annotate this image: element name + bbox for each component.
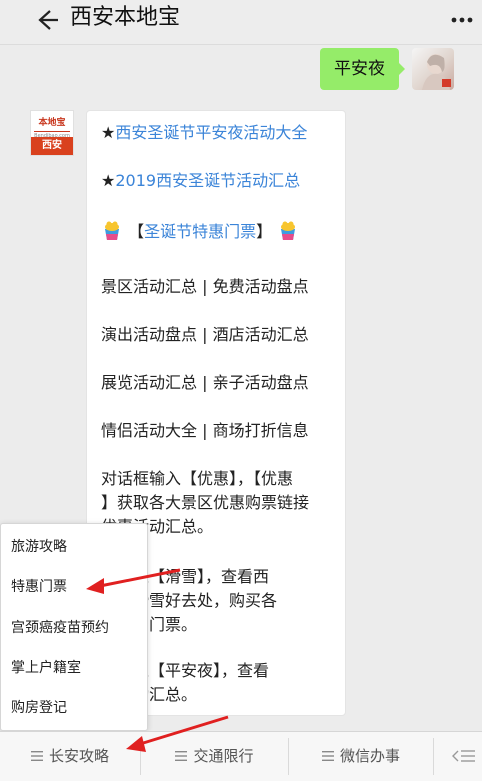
submenu-item-travel-guide[interactable]: 旅游攻略 <box>1 527 147 567</box>
text-line-6: 情侣活动大全 | 商场打折信息 <box>101 421 309 440</box>
text-line-5: 展览活动汇总 | 亲子活动盘点 <box>101 373 309 392</box>
user-avatar-image <box>422 54 451 90</box>
link-christmas-eve-events[interactable]: 西安圣诞节平安夜活动大全 <box>115 123 307 142</box>
menu-label: 微信办事 <box>339 747 400 765</box>
text-line-4: 演出活动盘点 | 酒店活动汇总 <box>101 325 309 344</box>
keyboard-toggle-icon[interactable] <box>452 748 476 764</box>
para1-line-2: 】获取各大景区优惠购票链接 <box>101 493 310 512</box>
user-avatar[interactable] <box>412 48 454 90</box>
gift-icon <box>105 221 119 240</box>
submenu-item-house-purchase[interactable]: 购房登记 <box>1 688 147 728</box>
chat-header: 西安本地宝 <box>0 0 482 45</box>
star-glyph: ★ <box>101 123 116 142</box>
menu-lines-icon <box>30 751 43 761</box>
submenu-item-discount-tickets[interactable]: 特惠门票 <box>1 567 147 607</box>
link-line-1: ★西安圣诞节平安夜活动大全 <box>101 121 307 145</box>
submenu-item-household-registration[interactable]: 掌上户籍室 <box>1 648 147 688</box>
link-line-2: ★2019西安圣诞节活动汇总 <box>101 169 300 193</box>
menu-divider <box>433 738 434 775</box>
promo-bracket-open: 【 <box>128 222 145 241</box>
more-dots-icon[interactable] <box>450 10 474 30</box>
bottom-menu-bar: 长安攻略 交通限行 微信办事 <box>0 731 482 781</box>
star-glyph: ★ <box>101 171 116 190</box>
user-message-text: 平安夜 <box>334 59 385 79</box>
chat-title: 西安本地宝 <box>70 5 181 30</box>
para1-line-1: 对话框输入【优惠】，【优惠 <box>101 469 294 488</box>
promo-line: 【圣诞节特惠门票】 <box>101 219 299 244</box>
avatar-brand: 本地宝 <box>34 115 70 132</box>
menu-wechat-services[interactable]: 微信办事 <box>289 732 433 781</box>
user-message-bubble[interactable]: 平安夜 <box>320 48 405 90</box>
submenu-item-hpv-vaccine[interactable]: 宫颈癌疫苗预约 <box>1 608 147 648</box>
avatar-city: 西安 <box>31 137 73 155</box>
link-christmas-summary[interactable]: 2019西安圣诞节活动汇总 <box>115 171 300 190</box>
link-christmas-tickets[interactable]: 圣诞节特惠门票 <box>144 222 256 241</box>
official-account-avatar[interactable]: 本地宝 Bendibao.com 西安 <box>30 110 74 156</box>
menu-traffic-restriction[interactable]: 交通限行 <box>141 732 288 781</box>
gift-icon <box>281 221 296 240</box>
menu-lines-icon <box>175 751 188 761</box>
arrow-left-icon[interactable] <box>30 4 62 36</box>
menu-label: 交通限行 <box>193 747 254 765</box>
text-line-3: 景区活动汇总 | 免费活动盘点 <box>101 277 309 296</box>
promo-bracket-close: 】 <box>256 222 273 241</box>
menu-changan-guide[interactable]: 长安攻略 <box>0 732 140 781</box>
menu-lines-icon <box>321 751 334 761</box>
submenu-popup: 旅游攻略 特惠门票 宫颈癌疫苗预约 掌上户籍室 购房登记 <box>0 523 148 731</box>
menu-label: 长安攻略 <box>48 747 109 765</box>
